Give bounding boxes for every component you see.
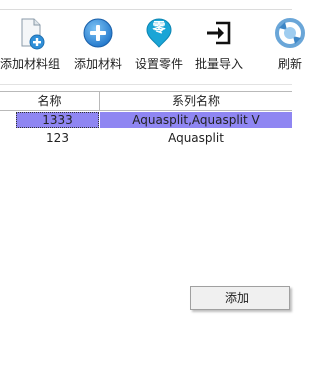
column-header-name[interactable]: 名称 xyxy=(0,92,99,110)
set-part-button[interactable]: 零 设置零件 xyxy=(127,10,191,78)
material-table: 名称 系列名称 1333 Aquasplit,Aquasplit V 123 A… xyxy=(0,91,292,147)
refresh-icon xyxy=(273,16,307,50)
circle-plus-icon xyxy=(81,16,115,50)
batch-import-label: 批量导入 xyxy=(195,55,243,72)
cell-name: 1333 xyxy=(16,112,99,128)
import-icon xyxy=(202,16,236,50)
document-plus-icon xyxy=(13,16,47,50)
table-row[interactable]: 123 Aquasplit xyxy=(0,129,292,147)
context-menu: 添加 xyxy=(190,286,290,310)
material-manager-window: 添加材料组 添加材料 零 设置零件 批量导入 刷新 名称 系列名称 1333 A… xyxy=(0,0,292,374)
add-material-button[interactable]: 添加材料 xyxy=(66,10,130,78)
column-header-series[interactable]: 系列名称 xyxy=(100,92,292,110)
refresh-label: 刷新 xyxy=(278,55,302,72)
cell-series: Aquasplit xyxy=(100,130,292,146)
part-pin-icon: 零 xyxy=(142,16,176,50)
toolbar-separator xyxy=(0,84,292,85)
context-menu-item-add[interactable]: 添加 xyxy=(191,287,289,309)
set-part-label: 设置零件 xyxy=(135,55,183,72)
part-badge: 零 xyxy=(142,21,176,37)
context-menu-item-label: 添加 xyxy=(225,287,249,309)
table-row[interactable]: 1333 Aquasplit,Aquasplit V xyxy=(0,111,292,129)
batch-import-button[interactable]: 批量导入 xyxy=(187,10,251,78)
refresh-button[interactable]: 刷新 xyxy=(258,10,320,78)
table-header: 名称 系列名称 xyxy=(0,91,292,111)
add-material-group-label: 添加材料组 xyxy=(0,55,60,72)
add-material-label: 添加材料 xyxy=(74,55,122,72)
toolbar: 添加材料组 添加材料 零 设置零件 批量导入 刷新 xyxy=(0,10,292,78)
cell-name: 123 xyxy=(16,130,99,146)
add-material-group-button[interactable]: 添加材料组 xyxy=(0,10,62,78)
cell-series: Aquasplit,Aquasplit V xyxy=(100,112,292,128)
